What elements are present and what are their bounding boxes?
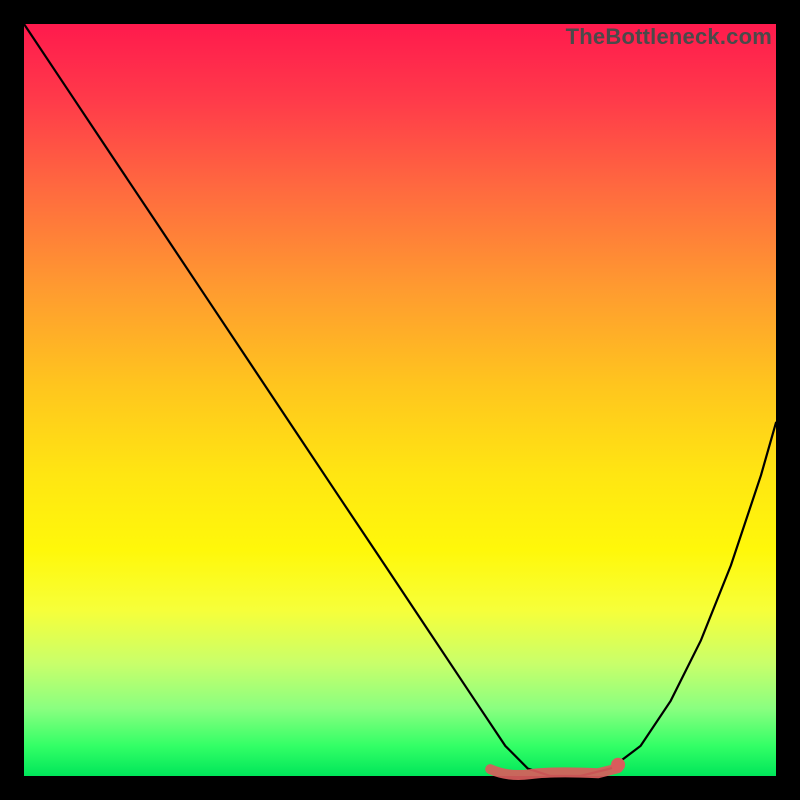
chart-svg bbox=[24, 24, 776, 776]
trough-highlight bbox=[490, 768, 618, 775]
plot-area: TheBottleneck.com bbox=[24, 24, 776, 776]
outer-frame: TheBottleneck.com bbox=[0, 0, 800, 800]
trough-end-dot bbox=[611, 758, 625, 772]
bottleneck-curve bbox=[24, 24, 776, 776]
